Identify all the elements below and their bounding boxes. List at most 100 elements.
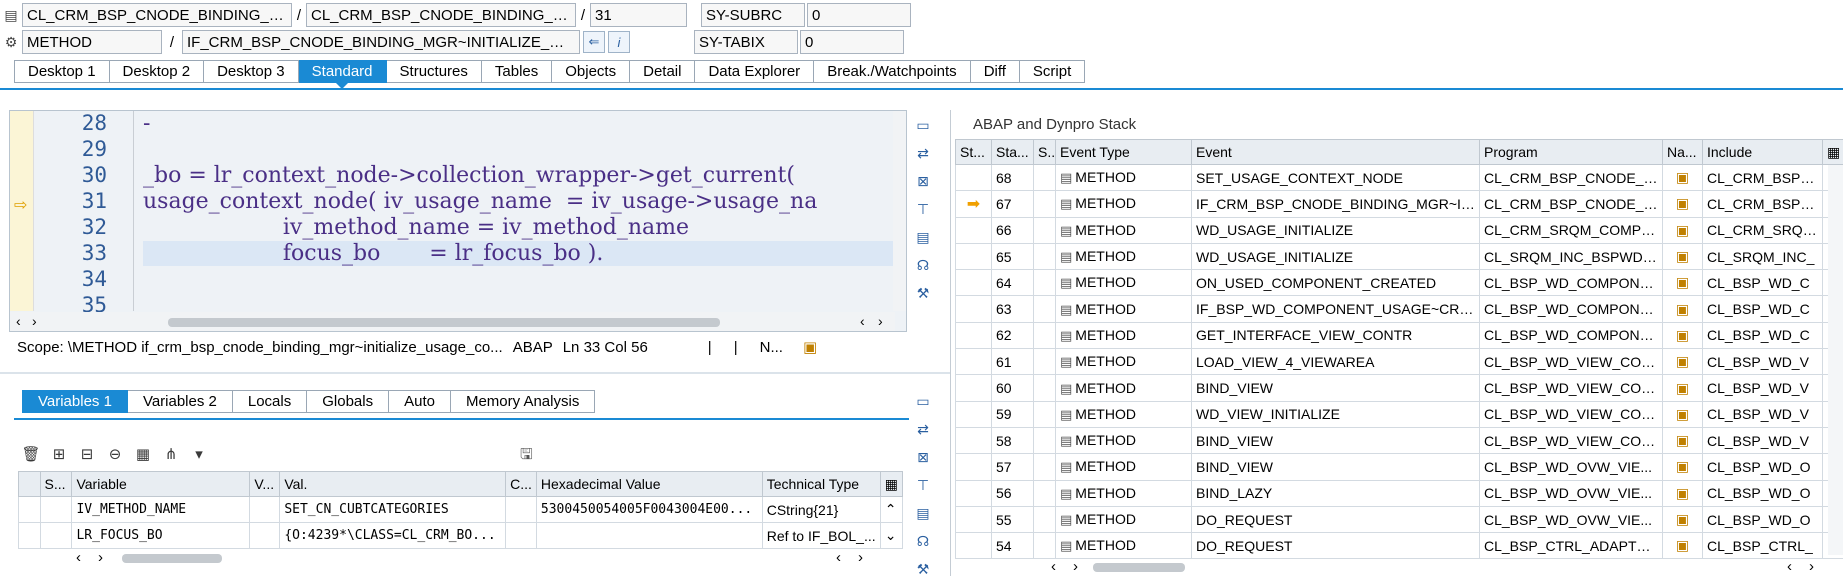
navigate-source-icon[interactable]: ▣ [1676,274,1689,290]
sy-tabix-value[interactable]: 0 [800,30,904,54]
stack-vertical-scrollbar[interactable] [1828,165,1843,555]
navigate-source-icon[interactable]: ▣ [1676,485,1689,501]
scroll-thumb[interactable] [122,554,222,563]
maximize-icon[interactable]: ▭ [912,114,934,136]
layout-icon[interactable]: ▤ [912,226,934,248]
stack-row[interactable]: 65 ▤ METHOD WD_USAGE_INITIALIZE CL_SRQM_INC_… [955,242,1843,271]
navigate-source-icon[interactable]: ▣ [1676,537,1689,553]
chevron-up-icon[interactable]: ⌃ [879,496,904,523]
headset-icon[interactable]: ☊ [912,530,934,552]
swap-icon[interactable]: ⇄ [912,418,934,440]
navigate-source-icon[interactable]: ▣ [1676,327,1689,343]
column-header[interactable]: Sta... [991,139,1034,165]
chevron-down-icon[interactable]: ⌄ [879,522,904,549]
tab-locals[interactable]: Locals [232,390,308,413]
close-tool-icon[interactable]: ⊠ [912,170,934,192]
swap-icon[interactable]: ⇄ [912,142,934,164]
navigate-source-icon[interactable]: ▣ [1676,380,1689,396]
chevron-left-icon[interactable]: ‹ [836,549,841,566]
navigate-source-icon[interactable]: ▣ [1676,169,1689,185]
export-icon[interactable]: ▾ [188,445,210,463]
column-header[interactable]: C... [505,471,537,497]
code-horizontal-scrollbar[interactable]: ‹ › ‹ › [10,312,895,331]
event-type-field[interactable]: METHOD [22,30,162,54]
scroll-thumb[interactable] [1093,563,1185,572]
chevron-right-icon[interactable]: › [858,549,863,566]
breakpoint-gutter[interactable]: ⇨ [10,111,34,311]
chevron-right-icon[interactable]: › [32,313,37,329]
chevron-left-icon[interactable]: ‹ [1051,558,1056,575]
column-settings-icon[interactable]: ▦ [879,471,904,497]
column-header[interactable]: S... [1033,139,1056,165]
navigate-source-icon[interactable]: ▣ [1676,406,1689,422]
column-header[interactable]: Variable [71,471,251,497]
navigate-source-icon[interactable]: ▣ [1676,222,1689,238]
column-header[interactable]: Na... [1662,139,1703,165]
stack-row[interactable]: 63 ▤ METHOD IF_BSP_WD_COMPONENT_USAGE~CRE..… [955,295,1843,323]
align-icon[interactable]: ⊤ [912,474,934,496]
navigate-source-icon[interactable]: ▣ [1676,432,1689,448]
column-header[interactable]: Event [1191,139,1480,165]
variables-horizontal-scrollbar[interactable]: ‹ › ‹ › [18,548,884,568]
stack-row[interactable]: 66 ▤ METHOD WD_USAGE_INITIALIZE CL_CRM_SRQM_… [955,216,1843,244]
stack-row[interactable]: 68 ▤ METHOD SET_USAGE_CONTEXT_NODE CL_CRM_BS… [955,163,1843,192]
chevron-right-icon[interactable]: › [1809,558,1814,575]
code-editor[interactable]: - _bo = lr_context_node->collection_wrap… [135,111,895,311]
tab-script[interactable]: Script [1019,60,1086,83]
close-tool-icon[interactable]: ⊠ [912,446,934,468]
table-row[interactable]: LR_FOCUS_BO {O:4239*\CLASS=CL_CRM_BO... … [18,522,904,549]
stack-row[interactable]: 54 ▤ METHOD DO_REQUEST CL_BSP_CTRL_ADAPTER..… [955,532,1843,560]
tab-watchpoints[interactable]: Break./Watchpoints [814,60,971,83]
tab-desktop-2[interactable]: Desktop 2 [109,60,205,83]
program-field[interactable]: CL_CRM_BSP_CNODE_BINDING_MGR=... [22,3,292,27]
variable-name[interactable]: LR_FOCUS_BO [71,522,251,549]
column-header[interactable]: Val. [279,471,507,497]
chevron-right-icon[interactable]: › [1073,558,1078,575]
chevron-right-icon[interactable]: › [878,313,883,329]
column-header[interactable]: V... [249,471,281,497]
tool-icon[interactable]: ⚒ [912,558,934,576]
stack-horizontal-scrollbar[interactable]: ‹ › ‹ › [955,558,1843,576]
scroll-thumb[interactable] [168,318,720,327]
column-header[interactable]: S... [39,471,73,497]
import-icon[interactable]: ⊟ [76,445,98,463]
stack-row[interactable]: 57 ▤ METHOD BIND_VIEW CL_BSP_WD_OVW_VIE... ▣ C… [955,453,1843,481]
include-field[interactable]: CL_CRM_BSP_CNODE_BINDING_MGR=... [306,3,576,27]
hierarchy-icon[interactable]: ⋔ [160,445,182,463]
chevron-left-icon[interactable]: ‹ [860,313,865,329]
code-vertical-scrollbar[interactable] [893,111,906,311]
tab-auto[interactable]: Auto [389,390,451,413]
stack-row[interactable]: 62 ▤ METHOD GET_INTERFACE_VIEW_CONTR CL_BSP_… [955,321,1843,350]
stack-row[interactable]: 58 ▤ METHOD BIND_VIEW CL_BSP_WD_VIEW_CON... ▣… [955,426,1843,455]
tab-standard[interactable]: Standard [298,60,387,89]
panel-divider[interactable] [0,372,950,374]
grid-icon[interactable]: ▦ [132,445,154,463]
layout-icon[interactable]: ▤ [912,502,934,524]
stack-row[interactable]: 56 ▤ METHOD BIND_LAZY CL_BSP_WD_OVW_VIE... ▣ C… [955,479,1843,507]
navigate-source-icon[interactable]: ▣ [1676,511,1689,527]
maximize-icon[interactable]: ▭ [912,390,934,412]
column-header[interactable]: Program [1479,139,1663,165]
variable-value[interactable]: SET_CN_CUBTCATEGORIES [279,496,507,523]
variable-value[interactable]: {O:4239*\CLASS=CL_CRM_BO... [279,522,507,549]
stack-row[interactable]: ➡ 67 ▤ METHOD IF_CRM_BSP_CNODE_BINDING_MGR~I… [955,190,1843,218]
headset-icon[interactable]: ☊ [912,254,934,276]
tab-structures[interactable]: Structures [386,60,482,83]
save-icon[interactable]: 🖫 [520,444,533,469]
tab-variables-1[interactable]: Variables 1 [22,390,128,413]
delete-icon[interactable]: 🗑 [20,445,42,463]
stack-row[interactable]: 55 ▤ METHOD DO_REQUEST CL_BSP_WD_OVW_VIE... ▣… [955,505,1843,534]
column-header[interactable]: Hexadecimal Value [535,471,763,497]
tab-diff[interactable]: Diff [970,60,1020,83]
line-field[interactable]: 31 [590,3,687,27]
info-icon[interactable]: i [608,31,630,53]
navigate-source-icon[interactable]: ▣ [1676,195,1689,211]
variable-name[interactable]: IV_METHOD_NAME [71,496,251,523]
align-icon[interactable]: ⊤ [912,198,934,220]
column-header[interactable]: Technical Type [761,471,881,497]
navigate-source-icon[interactable]: ▣ [1676,248,1689,264]
tab-tables[interactable]: Tables [481,60,553,83]
table-row[interactable]: IV_METHOD_NAME SET_CN_CUBTCATEGORIES 530… [18,496,904,523]
tab-desktop-3[interactable]: Desktop 3 [204,60,299,83]
vertical-splitter[interactable] [950,110,951,576]
